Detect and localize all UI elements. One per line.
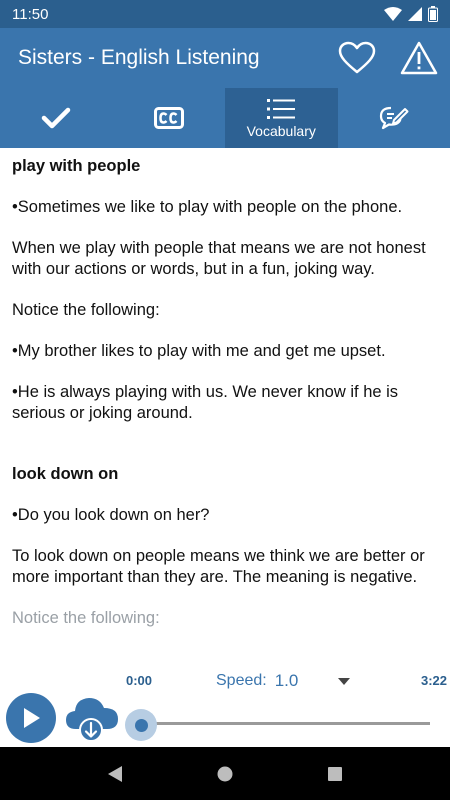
status-bar: 11:50 [0, 0, 450, 28]
vocab-notice: Notice the following: [12, 301, 160, 319]
vocab-term: look down on [12, 465, 119, 483]
player-time-row: 0:00 Speed: 1.0 3:22 [0, 671, 450, 691]
report-button[interactable] [388, 28, 450, 88]
vocab-notice: Notice the following: [12, 609, 160, 627]
total-time: 3:22 [420, 673, 447, 688]
back-triangle-icon [108, 765, 122, 782]
tab-vocabulary[interactable]: Vocabulary [225, 88, 338, 148]
checkmark-icon [42, 107, 71, 129]
vocabulary-content[interactable]: play with people •Sometimes we like to p… [0, 148, 450, 663]
download-button[interactable] [64, 691, 120, 743]
seek-thumb-dot [134, 718, 148, 732]
favorite-button[interactable] [326, 28, 388, 88]
app-actions [326, 28, 450, 88]
cloud-download-icon [66, 698, 118, 742]
tab-check[interactable] [0, 88, 113, 148]
system-nav-bar [0, 747, 450, 800]
nav-recents-button[interactable] [315, 754, 355, 794]
warning-icon [400, 41, 438, 75]
elapsed-time: 0:00 [126, 673, 153, 688]
speed-label: Speed: [216, 672, 267, 689]
closed-captions-icon [153, 107, 184, 129]
vocab-term: play with people [12, 157, 141, 175]
nav-back-button[interactable] [95, 754, 135, 794]
seek-thumb[interactable] [125, 709, 157, 741]
speed-value: 1.0 [274, 671, 299, 690]
signal-icon [408, 7, 422, 21]
vocab-example: •Sometimes we like to play with people o… [12, 198, 403, 216]
heart-icon [338, 41, 376, 74]
seek-track[interactable] [138, 722, 430, 725]
speed-selector[interactable]: Speed: 1.0 [216, 671, 351, 691]
vocab-definition: When we play with people that means we a… [12, 239, 426, 278]
app-bar: Sisters - English Listening [0, 28, 450, 88]
vocab-definition: To look down on people means we think we… [12, 547, 425, 586]
play-icon [24, 708, 40, 728]
home-circle-icon [217, 766, 233, 781]
vocab-example: •My brother likes to play with me and ge… [12, 342, 386, 360]
tab-notes[interactable] [338, 88, 450, 148]
battery-icon [428, 6, 438, 22]
wifi-icon [384, 6, 402, 22]
app-title: Sisters - English Listening [18, 46, 260, 69]
vocab-example: •He is always playing with us. We never … [12, 383, 399, 422]
status-time: 11:50 [12, 5, 49, 23]
tab-bar: Vocabulary [0, 88, 450, 148]
recents-square-icon [328, 766, 342, 781]
play-button[interactable] [6, 693, 56, 743]
tab-vocabulary-label: Vocabulary [246, 122, 316, 139]
vocab-example: •Do you look down on her? [12, 506, 210, 524]
audio-player: 0:00 Speed: 1.0 3:22 [0, 663, 450, 747]
nav-home-button[interactable] [205, 754, 245, 794]
status-icons [384, 6, 438, 22]
tab-captions[interactable] [113, 88, 226, 148]
list-icon [267, 98, 296, 119]
dropdown-arrow-icon [338, 672, 351, 690]
chat-edit-icon [379, 106, 409, 130]
